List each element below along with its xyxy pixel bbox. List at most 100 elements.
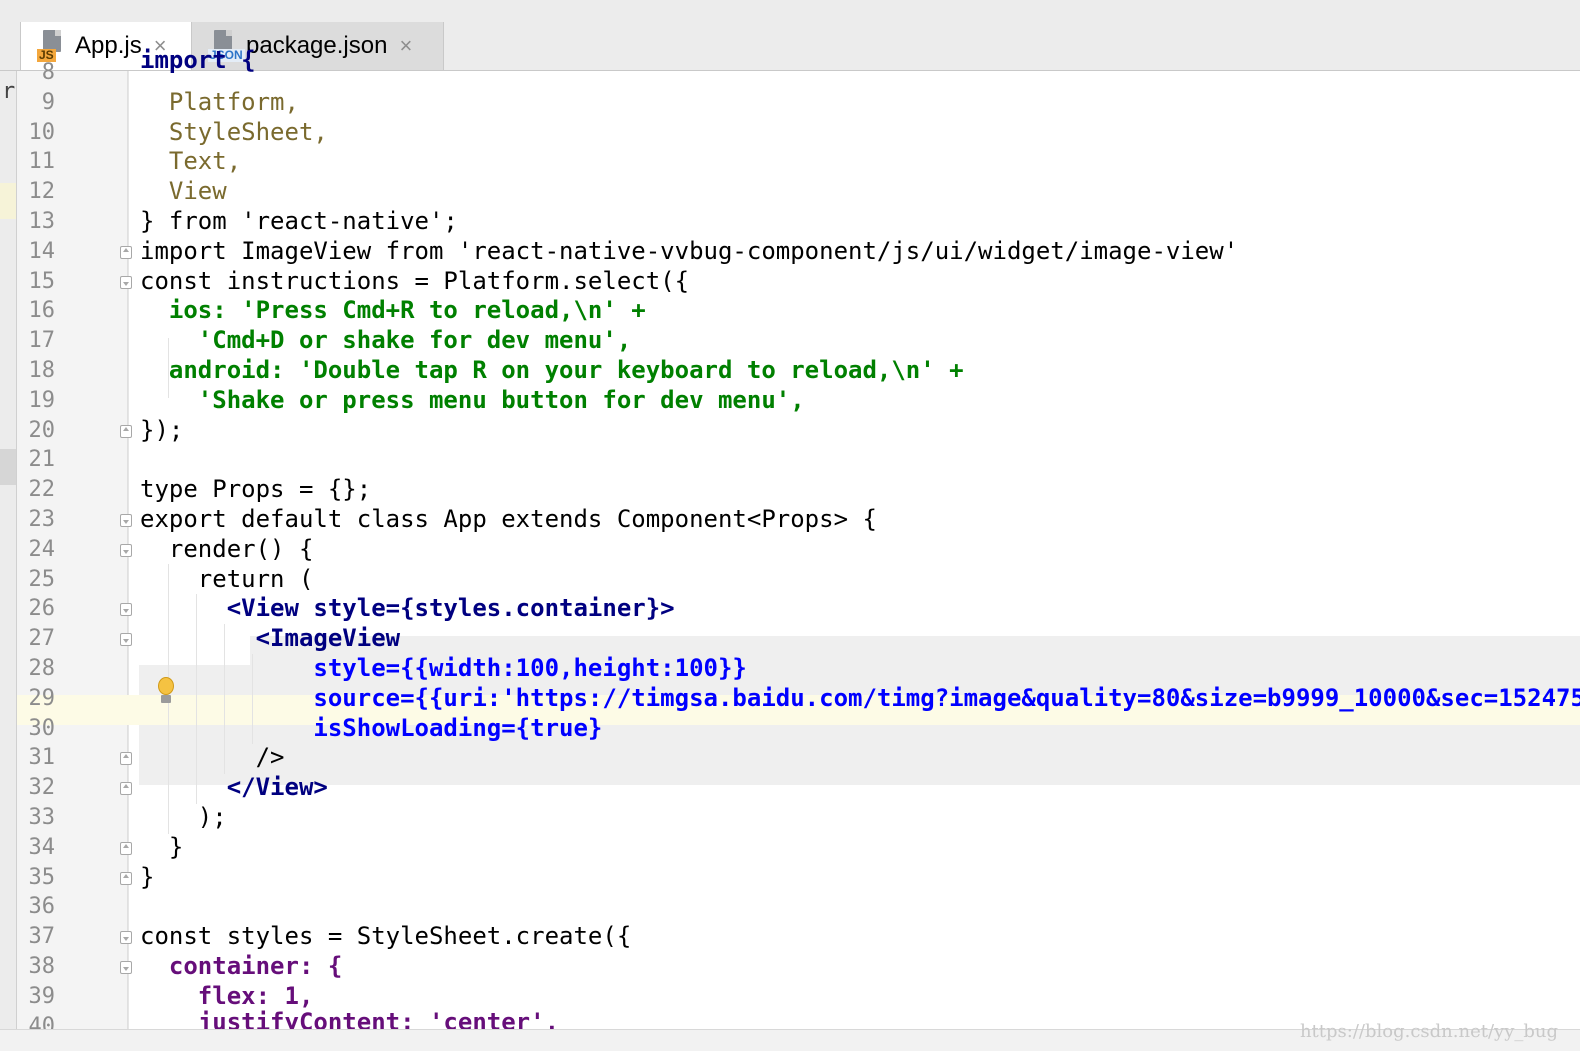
line-number: 24 <box>28 536 56 562</box>
line-number: 37 <box>28 924 56 950</box>
code-text: import ImageView from 'react-native-vvbu… <box>140 236 1239 265</box>
fold-icon[interactable] <box>120 245 132 259</box>
code-text: type Props = {}; <box>140 475 372 504</box>
code-line: 35 } <box>17 863 1580 893</box>
code-line: 12 View <box>17 177 1580 207</box>
close-icon[interactable]: × <box>399 35 412 57</box>
lightbulb-icon[interactable] <box>156 677 176 707</box>
line-number: 30 <box>28 715 56 741</box>
code-text: Text, <box>140 147 242 176</box>
code-text: 'Shake or press menu button for dev menu… <box>140 385 805 414</box>
code-text: ); <box>140 802 227 831</box>
fold-icon[interactable] <box>120 275 132 289</box>
code-text: const instructions = Platform.select({ <box>140 266 690 295</box>
line-number: 27 <box>28 626 56 652</box>
tab-label: package.json <box>246 32 388 59</box>
line-number: 36 <box>28 894 56 920</box>
code-line: 19 'Shake or press menu button for dev m… <box>17 386 1580 416</box>
fold-icon[interactable] <box>120 960 132 974</box>
panel-marker <box>0 183 16 219</box>
code-line: 22 type Props = {}; <box>17 475 1580 505</box>
code-line: 32 </View> <box>17 773 1580 803</box>
line-number: 28 <box>28 655 56 681</box>
code-line: 25 return ( <box>17 565 1580 595</box>
code-text: Platform, <box>140 87 299 116</box>
line-number: 9 <box>41 89 55 115</box>
line-number: 22 <box>28 477 56 503</box>
code-line: 37 const styles = StyleSheet.create({ <box>17 922 1580 952</box>
code-line: 17 'Cmd+D or shake for dev menu', <box>17 326 1580 356</box>
line-number: 25 <box>28 566 56 592</box>
fold-icon[interactable] <box>120 782 132 796</box>
code-line: 16 ios: 'Press Cmd+R to reload,\n' + <box>17 296 1580 326</box>
code-line: 13 } from 'react-native'; <box>17 207 1580 237</box>
code-line: 24 render() { <box>17 535 1580 565</box>
project-panel-edge[interactable]: r <box>0 71 17 1050</box>
code-text: }); <box>140 415 184 444</box>
code-lines: 8 import { 9 Platform, 10 StyleSheet, 11… <box>17 46 1580 1041</box>
line-number: 29 <box>28 685 56 711</box>
fold-icon[interactable] <box>120 543 132 557</box>
code-line: 23 export default class App extends Comp… <box>17 505 1580 535</box>
code-text: View <box>140 177 227 206</box>
code-line: 14 import ImageView from 'react-native-v… <box>17 237 1580 267</box>
line-number: 26 <box>28 596 56 622</box>
code-line: 30 isShowLoading={true} <box>17 714 1580 744</box>
line-number: 38 <box>28 953 56 979</box>
code-line: 29 source={{uri:'https://timgsa.baidu.co… <box>17 684 1580 714</box>
line-number: 34 <box>28 834 56 860</box>
code-line: 11 Text, <box>17 147 1580 177</box>
panel-marker <box>0 449 16 485</box>
fold-icon[interactable] <box>120 603 132 617</box>
code-line: 18 android: 'Double tap R on your keyboa… <box>17 356 1580 386</box>
code-line: 27 <ImageView <box>17 624 1580 654</box>
code-text: 'Cmd+D or shake for dev menu', <box>140 326 632 355</box>
code-text: style={{width:100,height:100}} <box>140 653 747 682</box>
code-text: isShowLoading={true} <box>140 713 603 742</box>
tab-label: App.js <box>75 32 142 59</box>
project-panel-clipped-text: r <box>2 79 16 104</box>
code-text: } <box>140 862 155 891</box>
code-line: 21 <box>17 445 1580 475</box>
fold-icon[interactable] <box>120 633 132 647</box>
code-line: 33 ); <box>17 803 1580 833</box>
fold-icon[interactable] <box>120 752 132 766</box>
line-number: 23 <box>28 506 56 532</box>
code-text: container: { <box>140 951 343 980</box>
line-number: 18 <box>28 357 56 383</box>
code-line: 28 style={{width:100,height:100}} <box>17 654 1580 684</box>
line-number: 35 <box>28 864 56 890</box>
code-text: /> <box>140 743 285 772</box>
fold-icon[interactable] <box>120 513 132 527</box>
line-number: 11 <box>28 149 56 175</box>
fold-icon[interactable] <box>120 871 132 885</box>
line-number: 10 <box>28 119 56 145</box>
code-line: 36 <box>17 892 1580 922</box>
code-text: } from 'react-native'; <box>140 206 458 235</box>
code-text: android: 'Double tap R on your keyboard … <box>140 355 964 384</box>
line-number: 14 <box>28 238 56 264</box>
code-line: 8 import { <box>17 46 1580 88</box>
fold-icon[interactable] <box>120 931 132 945</box>
fold-icon[interactable] <box>120 841 132 855</box>
line-number: 33 <box>28 804 56 830</box>
code-text: const styles = StyleSheet.create({ <box>140 922 632 951</box>
code-text: source={{uri:'https://timgsa.baidu.com/t… <box>140 683 1580 712</box>
code-line: 9 Platform, <box>17 88 1580 118</box>
code-line: 10 StyleSheet, <box>17 118 1580 148</box>
line-number: 32 <box>28 775 56 801</box>
code-line: 34 } <box>17 833 1580 863</box>
watermark: https://blog.csdn.net/yy_bug <box>1299 1021 1558 1042</box>
line-number: 39 <box>28 983 56 1009</box>
code-text: <View style={styles.container}> <box>140 594 675 623</box>
line-number: 15 <box>28 268 56 294</box>
code-line: 20 }); <box>17 416 1580 446</box>
line-number: 16 <box>28 298 56 324</box>
fold-icon[interactable] <box>120 424 132 438</box>
code-text: return ( <box>140 564 314 593</box>
code-text: ios: 'Press Cmd+R to reload,\n' + <box>140 296 646 325</box>
code-text: export default class App extends Compone… <box>140 504 877 533</box>
window-top-bar <box>0 0 1580 21</box>
line-number: 21 <box>28 447 56 473</box>
line-number: 13 <box>28 208 56 234</box>
